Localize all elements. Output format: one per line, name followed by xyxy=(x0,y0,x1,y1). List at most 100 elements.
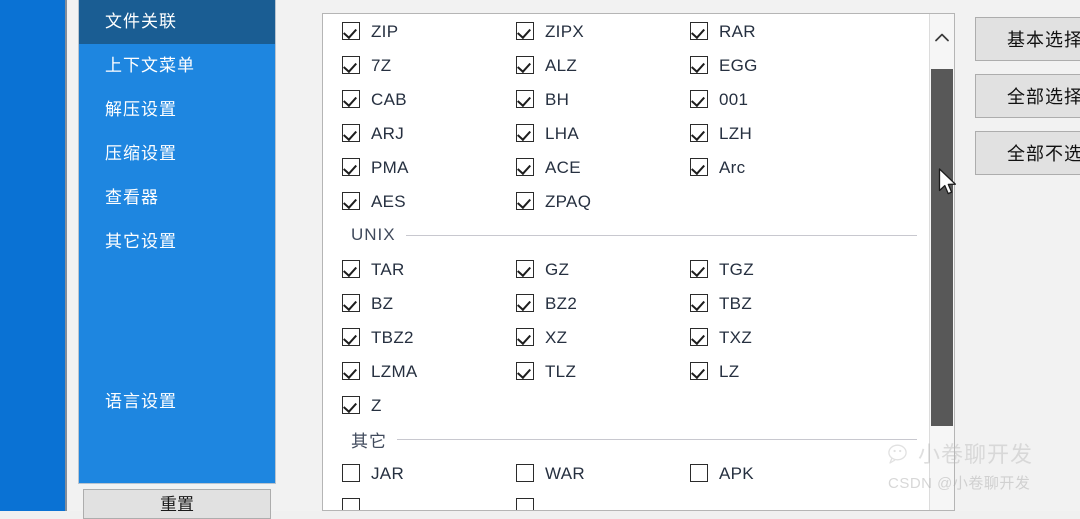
checkbox-item[interactable]: BZ xyxy=(342,286,393,320)
checkbox-item[interactable]: 001 xyxy=(690,82,748,116)
sidebar-item-0[interactable]: 文件关联 xyxy=(79,0,275,44)
checkbox-checked-icon[interactable] xyxy=(516,56,534,74)
checkbox-item[interactable]: 7Z xyxy=(342,48,391,82)
sidebar-item-2[interactable]: 解压设置 xyxy=(79,88,275,132)
checkbox-checked-icon[interactable] xyxy=(690,124,708,142)
sidebar-item-3[interactable]: 压缩设置 xyxy=(79,132,275,176)
checkbox-item[interactable]: LZMA xyxy=(342,354,418,388)
section-header-rule xyxy=(397,439,917,440)
settings-sidebar: 文件关联上下文菜单解压设置压缩设置查看器其它设置语言设置 xyxy=(78,0,276,484)
checkbox-label: AES xyxy=(371,193,406,210)
checkbox-item[interactable]: JAR xyxy=(342,456,404,490)
checkbox-item[interactable]: APK xyxy=(690,456,754,490)
checkbox-label: ALZ xyxy=(545,57,577,74)
checkbox-item[interactable] xyxy=(342,490,371,511)
checkbox-item[interactable]: EGG xyxy=(690,48,758,82)
checkbox-unchecked-icon[interactable] xyxy=(690,464,708,482)
checkbox-checked-icon[interactable] xyxy=(690,56,708,74)
checkbox-checked-icon[interactable] xyxy=(342,362,360,380)
checkbox-checked-icon[interactable] xyxy=(516,22,534,40)
scrollbar-thumb[interactable] xyxy=(931,69,953,426)
checkbox-checked-icon[interactable] xyxy=(342,260,360,278)
checkbox-checked-icon[interactable] xyxy=(690,362,708,380)
checkbox-item[interactable]: LZH xyxy=(690,116,752,150)
checkbox-label: JAR xyxy=(371,465,404,482)
checkbox-checked-icon[interactable] xyxy=(342,396,360,414)
checkbox-label: LZMA xyxy=(371,363,418,380)
checkbox-item[interactable]: CAB xyxy=(342,82,407,116)
window-accent-band xyxy=(0,0,65,511)
checkbox-checked-icon[interactable] xyxy=(342,328,360,346)
section-header: UNIX xyxy=(323,218,931,252)
checkbox-checked-icon[interactable] xyxy=(342,294,360,312)
checkbox-item[interactable] xyxy=(516,490,545,511)
checkbox-checked-icon[interactable] xyxy=(516,362,534,380)
checkbox-item[interactable]: RAR xyxy=(690,14,756,48)
basic-selection-button[interactable]: 基本选择 xyxy=(975,17,1080,61)
checkbox-checked-icon[interactable] xyxy=(342,158,360,176)
checkbox-unchecked-icon[interactable] xyxy=(342,498,360,511)
checkbox-checked-icon[interactable] xyxy=(690,328,708,346)
checkbox-item[interactable]: Arc xyxy=(690,150,745,184)
checkbox-item[interactable]: BZ2 xyxy=(516,286,577,320)
checkbox-checked-icon[interactable] xyxy=(516,90,534,108)
checkbox-checked-icon[interactable] xyxy=(342,192,360,210)
checkbox-item[interactable]: TAR xyxy=(342,252,405,286)
checkbox-checked-icon[interactable] xyxy=(516,328,534,346)
checkbox-item[interactable]: LHA xyxy=(516,116,579,150)
checkbox-item[interactable]: TLZ xyxy=(516,354,576,388)
checkbox-item[interactable]: Z xyxy=(342,388,382,422)
checkbox-label: TBZ xyxy=(719,295,752,312)
checkbox-unchecked-icon[interactable] xyxy=(516,498,534,511)
checkbox-checked-icon[interactable] xyxy=(690,22,708,40)
checkbox-item[interactable]: WAR xyxy=(516,456,585,490)
sidebar-item-5[interactable]: 其它设置 xyxy=(79,220,275,264)
sidebar-item-1[interactable]: 上下文菜单 xyxy=(79,44,275,88)
checkbox-checked-icon[interactable] xyxy=(342,56,360,74)
checkbox-item[interactable]: LZ xyxy=(690,354,739,388)
checkbox-item[interactable]: ALZ xyxy=(516,48,577,82)
checkbox-checked-icon[interactable] xyxy=(342,124,360,142)
checkbox-checked-icon[interactable] xyxy=(690,260,708,278)
section-header-rule xyxy=(406,235,917,236)
checkbox-item[interactable]: TXZ xyxy=(690,320,752,354)
checkbox-item[interactable]: ACE xyxy=(516,150,581,184)
checkbox-label: APK xyxy=(719,465,754,482)
checkbox-checked-icon[interactable] xyxy=(516,260,534,278)
sidebar-item-6[interactable]: 语言设置 xyxy=(79,380,275,424)
checkbox-checked-icon[interactable] xyxy=(342,90,360,108)
checkbox-checked-icon[interactable] xyxy=(342,22,360,40)
checkbox-row: AES ZPAQ xyxy=(323,184,931,218)
sidebar-item-4[interactable]: 查看器 xyxy=(79,176,275,220)
checkbox-label: TLZ xyxy=(545,363,576,380)
checkbox-item[interactable]: TBZ xyxy=(690,286,752,320)
checkbox-item[interactable]: PMA xyxy=(342,150,409,184)
scroll-up-button[interactable] xyxy=(930,14,954,61)
checkbox-item[interactable]: TGZ xyxy=(690,252,754,286)
reset-button[interactable]: 重置 xyxy=(83,489,271,519)
checkbox-checked-icon[interactable] xyxy=(516,192,534,210)
checkbox-item[interactable]: TBZ2 xyxy=(342,320,414,354)
checkbox-checked-icon[interactable] xyxy=(690,294,708,312)
checkbox-item[interactable]: ZIP xyxy=(342,14,398,48)
checkbox-item[interactable]: BH xyxy=(516,82,569,116)
checkbox-row: LZMA TLZ LZ xyxy=(323,354,931,388)
checkbox-checked-icon[interactable] xyxy=(516,294,534,312)
checkbox-item[interactable]: ZPAQ xyxy=(516,184,591,218)
checkbox-label: WAR xyxy=(545,465,585,482)
checkbox-checked-icon[interactable] xyxy=(690,90,708,108)
checkbox-checked-icon[interactable] xyxy=(690,158,708,176)
select-all-button[interactable]: 全部选择 xyxy=(975,74,1080,118)
checkbox-checked-icon[interactable] xyxy=(516,124,534,142)
checkbox-unchecked-icon[interactable] xyxy=(342,464,360,482)
checkbox-unchecked-icon[interactable] xyxy=(516,464,534,482)
checkbox-item[interactable]: ZIPX xyxy=(516,14,584,48)
checkbox-item[interactable]: GZ xyxy=(516,252,569,286)
checkbox-checked-icon[interactable] xyxy=(516,158,534,176)
checkbox-item[interactable]: ARJ xyxy=(342,116,404,150)
select-none-button[interactable]: 全部不选 xyxy=(975,131,1080,175)
checkbox-label: TBZ2 xyxy=(371,329,414,346)
list-scrollbar[interactable] xyxy=(929,14,954,510)
checkbox-item[interactable]: AES xyxy=(342,184,406,218)
checkbox-item[interactable]: XZ xyxy=(516,320,567,354)
